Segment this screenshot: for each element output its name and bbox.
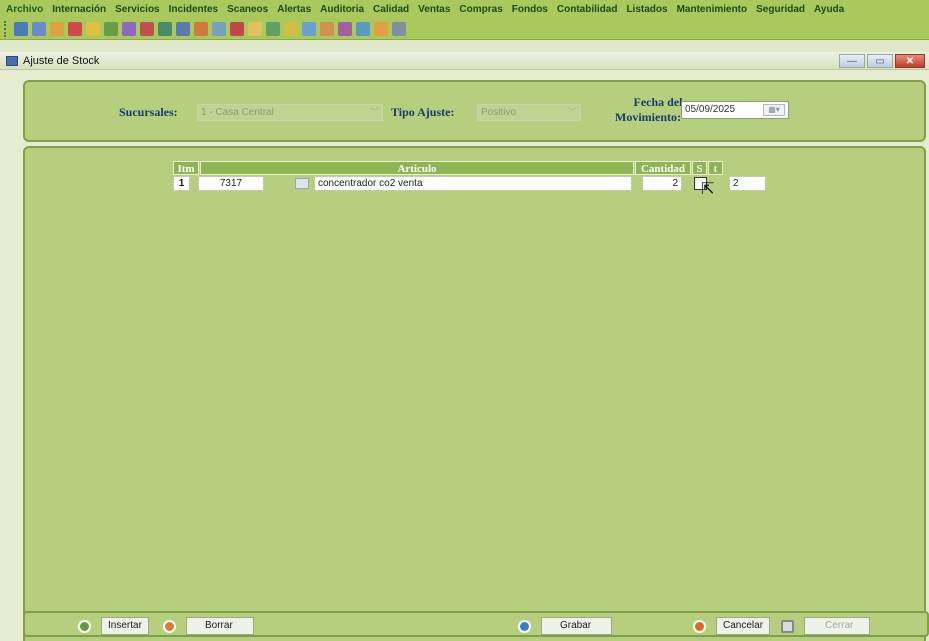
row-article-description[interactable]: concentrador co2 venta — [314, 176, 632, 191]
window-icon — [6, 55, 18, 66]
menu-calidad[interactable]: Calidad — [373, 4, 409, 15]
insertar-button[interactable]: Insertar — [78, 616, 149, 636]
toolbar-icon-20[interactable] — [356, 21, 370, 36]
toolbar-grip[interactable] — [4, 20, 10, 37]
toolbar-icon-17[interactable] — [302, 21, 316, 36]
items-panel: Itm Articulo Cantidad S t 1 7317 concent… — [23, 146, 926, 641]
action-bar: Insertar Borrar Grabar Cancelar Cerrar — [23, 611, 929, 637]
toolbar-icon-3[interactable] — [50, 21, 64, 36]
menu-ventas[interactable]: Ventas — [418, 4, 450, 15]
grabar-label: Grabar — [541, 617, 613, 635]
cerrar-label: Cerrar — [804, 617, 871, 635]
tipo-ajuste-label: Tipo Ajuste: — [391, 105, 455, 119]
cancel-icon — [693, 619, 706, 633]
toolbar-icon-8[interactable] — [140, 21, 154, 36]
toolbar-icon-10[interactable] — [176, 21, 190, 36]
col-header-cantidad: Cantidad — [635, 161, 691, 175]
menu-contabilidad[interactable]: Contabilidad — [557, 4, 618, 15]
close-button[interactable]: ✕ — [895, 54, 925, 68]
col-header-s: S — [692, 161, 707, 175]
toolbar-icon-15[interactable] — [266, 21, 280, 36]
window-titlebar[interactable]: Ajuste de Stock — ▭ ✕ — [0, 52, 929, 70]
row-cantidad-input[interactable]: 2 — [642, 176, 682, 191]
toolbar-icon-6[interactable] — [104, 21, 118, 36]
menu-fondos[interactable]: Fondos — [512, 4, 548, 15]
filter-panel: Sucursales: 1 - Casa Central ﹀ Tipo Ajus… — [23, 80, 926, 142]
toolbar-icon-21[interactable] — [374, 21, 388, 36]
menu-alertas[interactable]: Alertas — [277, 4, 311, 15]
toolbar-icon-9[interactable] — [158, 21, 172, 36]
toolbar-icon-7[interactable] — [122, 21, 136, 36]
toolbar-icon-19[interactable] — [338, 21, 352, 36]
sucursales-label: Sucursales: — [119, 105, 178, 119]
tipo-ajuste-select[interactable]: Positivo ﹀ — [477, 104, 581, 121]
toolbar-icon-2[interactable] — [32, 21, 46, 36]
menu-ayuda[interactable]: Ayuda — [814, 4, 844, 15]
toolbar-icon-11[interactable] — [194, 21, 208, 36]
menu-listados[interactable]: Listados — [626, 4, 667, 15]
tipo-ajuste-value: Positivo — [481, 107, 517, 118]
menu-compras[interactable]: Compras — [459, 4, 502, 15]
window-title: Ajuste de Stock — [23, 54, 100, 67]
menu-servicios[interactable]: Servicios — [115, 4, 159, 15]
grabar-button[interactable]: Grabar — [518, 616, 613, 636]
cancelar-button[interactable]: Cancelar — [693, 616, 771, 636]
menu-seguridad[interactable]: Seguridad — [756, 4, 805, 15]
cancelar-label: Cancelar — [716, 617, 771, 635]
door-icon — [781, 619, 794, 633]
restore-button[interactable]: ▭ — [867, 54, 893, 68]
toolbar-icon-16[interactable] — [284, 21, 298, 36]
ajuste-stock-window: Ajuste de Stock — ▭ ✕ Sucursales: 1 - Ca… — [0, 52, 929, 641]
chevron-down-icon: ﹀ — [567, 107, 577, 117]
toolbar-icon-13[interactable] — [230, 21, 244, 36]
toolbar-icon-18[interactable] — [320, 21, 334, 36]
mouse-cursor-icon: ⇱ — [701, 181, 715, 198]
row-item-number: 1 — [173, 176, 190, 191]
menu-scaneos[interactable]: Scaneos — [227, 4, 268, 15]
toolbar-icon-4[interactable] — [68, 21, 82, 36]
menu-internacion[interactable]: Internación — [52, 4, 106, 15]
menu-mantenimiento[interactable]: Mantenimiento — [677, 4, 748, 15]
row-article-code[interactable]: 7317 — [198, 176, 264, 191]
col-header-item: Itm — [173, 161, 199, 175]
insertar-label: Insertar — [101, 617, 149, 635]
lookup-icon[interactable] — [295, 178, 309, 189]
toolbar — [0, 18, 929, 40]
chevron-down-icon: ﹀ — [369, 107, 379, 117]
fecha-movimiento-input[interactable]: 05/09/2025 ▦▾ — [681, 101, 789, 119]
col-header-t: t — [708, 161, 723, 175]
menu-archivo[interactable]: Archivo — [6, 4, 43, 15]
toolbar-icon-22[interactable] — [392, 21, 406, 36]
toolbar-icon-5[interactable] — [86, 21, 100, 36]
col-header-articulo: Articulo — [200, 161, 634, 175]
calendar-icon[interactable]: ▦▾ — [763, 104, 785, 116]
fecha-value: 05/09/2025 — [685, 104, 736, 115]
menu-incidentes[interactable]: Incidentes — [169, 4, 218, 15]
toolbar-icon-12[interactable] — [212, 21, 226, 36]
minus-icon — [163, 619, 176, 633]
cerrar-button[interactable]: Cerrar — [781, 616, 871, 636]
borrar-button[interactable]: Borrar — [163, 616, 254, 636]
save-icon — [518, 619, 531, 633]
sucursales-select[interactable]: 1 - Casa Central ﹀ — [197, 104, 383, 121]
minimize-button[interactable]: — — [839, 54, 865, 68]
plus-icon — [78, 619, 91, 633]
toolbar-icon-1[interactable] — [14, 21, 28, 36]
menu-bar: Archivo Internación Servicios Incidentes… — [0, 0, 929, 18]
borrar-label: Borrar — [186, 617, 254, 635]
fecha-label-line2: Movimiento: — [615, 110, 681, 124]
toolbar-icon-14[interactable] — [248, 21, 262, 36]
row-t-input[interactable]: 2 — [729, 176, 766, 191]
sucursales-value: 1 - Casa Central — [201, 107, 274, 118]
menu-auditoria[interactable]: Auditoria — [320, 4, 364, 15]
